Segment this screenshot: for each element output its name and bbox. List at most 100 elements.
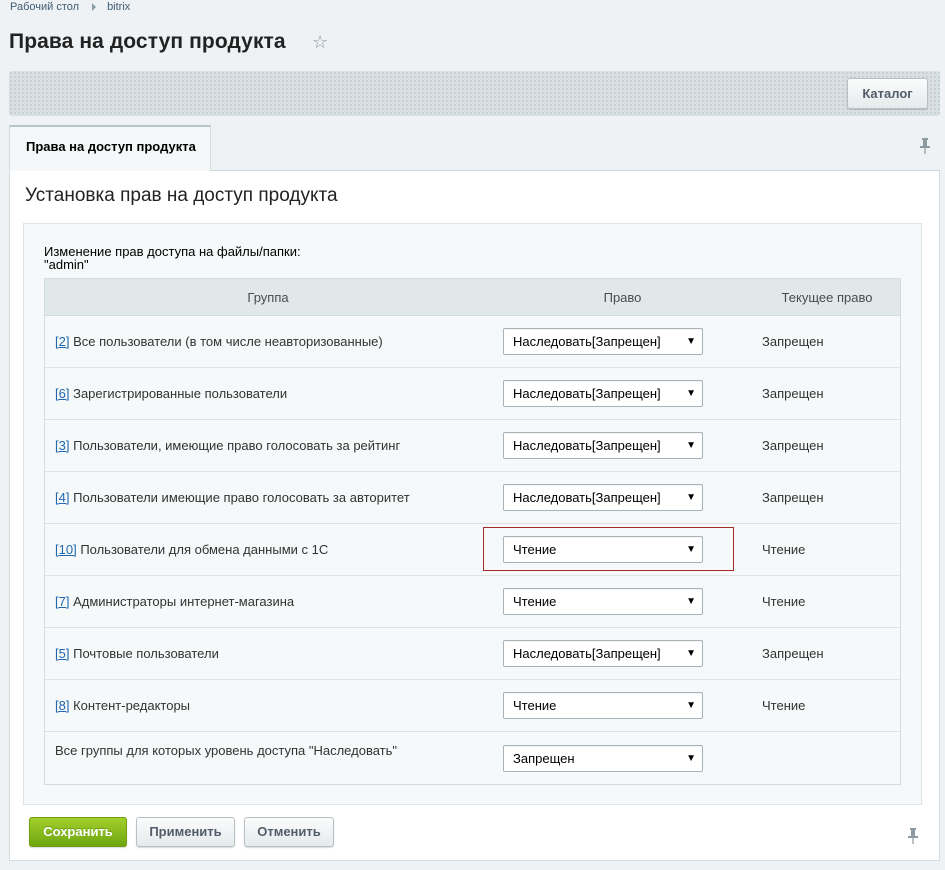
- current-right: Чтение: [762, 594, 806, 609]
- triangle-down-icon: ▼: [686, 440, 696, 451]
- apply-button[interactable]: Применить: [136, 817, 235, 847]
- access-note: Изменение прав доступа на файлы/папки: "…: [44, 245, 301, 271]
- group-cell: [3] Пользователи, имеющие право голосова…: [45, 438, 491, 453]
- toolbar: Каталог: [9, 71, 940, 116]
- current-right: Запрещен: [762, 334, 824, 349]
- table-row: [6] Зарегистрированные пользователи Насл…: [45, 368, 900, 420]
- triangle-down-icon: ▼: [686, 596, 696, 607]
- header-current-right: Текущее право: [781, 289, 873, 305]
- right-select-value: Чтение: [513, 698, 557, 713]
- cancel-button[interactable]: Отменить: [244, 817, 334, 847]
- right-cell: Наследовать[Запрещен] ▼: [491, 484, 754, 511]
- right-cell: Наследовать[Запрещен] ▼: [491, 380, 754, 407]
- triangle-down-icon: ▼: [686, 388, 696, 399]
- current-right: Чтение: [762, 698, 806, 713]
- right-select-value: Наследовать[Запрещен]: [513, 386, 661, 401]
- triangle-down-icon: ▼: [686, 492, 696, 503]
- group-name: Пользователи, имеющие право голосовать з…: [73, 438, 401, 453]
- table-row: [2] Все пользователи (в том числе неавто…: [45, 316, 900, 368]
- inherit-right-select[interactable]: Запрещен ▼: [503, 744, 703, 772]
- group-id-link[interactable]: [3]: [55, 438, 69, 453]
- right-select[interactable]: Чтение ▼: [503, 536, 703, 563]
- table-row: [4] Пользователи имеющие право голосоват…: [45, 472, 900, 524]
- group-cell: [7] Администраторы интернет-магазина: [45, 594, 491, 609]
- group-cell: [10] Пользователи для обмена данными с 1…: [45, 542, 491, 557]
- pin-icon[interactable]: [907, 828, 919, 844]
- group-cell: [6] Зарегистрированные пользователи: [45, 386, 491, 401]
- breadcrumb-bitrix-link[interactable]: bitrix: [107, 1, 130, 13]
- group-id-link[interactable]: [8]: [55, 698, 69, 713]
- group-name: Пользователи для обмена данными с 1С: [80, 542, 329, 557]
- inherit-select-value: Запрещен: [513, 750, 575, 766]
- table-row: [5] Почтовые пользователи Наследовать[За…: [45, 628, 900, 680]
- group-cell: [4] Пользователи имеющие право голосоват…: [45, 490, 491, 505]
- group-name: Почтовые пользователи: [73, 646, 219, 661]
- page-title: Права на доступ продукта: [9, 30, 286, 53]
- group-cell: [8] Контент-редакторы: [45, 698, 491, 713]
- group-id-link[interactable]: [2]: [55, 334, 69, 349]
- triangle-down-icon: ▼: [686, 752, 696, 764]
- right-select[interactable]: Наследовать[Запрещен] ▼: [503, 432, 703, 459]
- content-panel: Установка прав на доступ продукта Измене…: [9, 171, 940, 861]
- table-row: [8] Контент-редакторы Чтение ▼ Чтение: [45, 680, 900, 732]
- triangle-down-icon: ▼: [686, 700, 696, 711]
- right-cell: Чтение ▼: [491, 536, 754, 563]
- catalog-button[interactable]: Каталог: [847, 78, 928, 109]
- breadcrumb: Рабочий стол bitrix: [10, 1, 130, 13]
- right-select-value: Чтение: [513, 542, 557, 557]
- access-note-line2: "admin": [44, 257, 89, 272]
- right-select[interactable]: Наследовать[Запрещен] ▼: [503, 380, 703, 407]
- current-right: Запрещен: [762, 386, 824, 401]
- right-cell: Наследовать[Запрещен] ▼: [491, 640, 754, 667]
- right-select[interactable]: Чтение ▼: [503, 692, 703, 719]
- group-id-link[interactable]: [10]: [55, 542, 77, 557]
- header-right: Право: [603, 289, 642, 305]
- right-select-value: Наследовать[Запрещен]: [513, 438, 661, 453]
- inherit-row: Все группы для которых уровень доступа "…: [45, 732, 900, 784]
- section-title: Установка прав на доступ продукта: [25, 185, 338, 206]
- right-select-value: Наследовать[Запрещен]: [513, 490, 661, 505]
- right-cell: Запрещен ▼: [491, 744, 754, 772]
- inherit-label: Все группы для которых уровень доступа "…: [55, 743, 397, 758]
- current-right: Запрещен: [762, 438, 824, 453]
- table-header: Группа Право Текущее право: [45, 279, 900, 316]
- current-right: Чтение: [762, 542, 806, 557]
- right-select[interactable]: Наследовать[Запрещен] ▼: [503, 640, 703, 667]
- triangle-down-icon: ▼: [686, 336, 696, 347]
- right-select[interactable]: Наследовать[Запрещен] ▼: [503, 484, 703, 511]
- table-row: [3] Пользователи, имеющие право голосова…: [45, 420, 900, 472]
- group-id-link[interactable]: [6]: [55, 386, 69, 401]
- table-row: [10] Пользователи для обмена данными с 1…: [45, 524, 900, 576]
- right-cell: Чтение ▼: [491, 588, 754, 615]
- right-cell: Наследовать[Запрещен] ▼: [491, 432, 754, 459]
- group-id-link[interactable]: [5]: [55, 646, 69, 661]
- right-cell: Наследовать[Запрещен] ▼: [491, 328, 754, 355]
- table-row: [7] Администраторы интернет-магазина Чте…: [45, 576, 900, 628]
- group-cell: [2] Все пользователи (в том числе неавто…: [45, 334, 491, 349]
- right-select-value: Наследовать[Запрещен]: [513, 646, 661, 661]
- header-group: Группа: [247, 289, 289, 305]
- pin-icon[interactable]: [919, 138, 931, 154]
- star-icon[interactable]: ☆: [312, 33, 330, 51]
- group-id-link[interactable]: [7]: [55, 594, 69, 609]
- save-button[interactable]: Сохранить: [29, 817, 127, 847]
- permissions-table: Группа Право Текущее право [2] Все польз…: [44, 278, 901, 785]
- breadcrumb-desktop-link[interactable]: Рабочий стол: [10, 1, 79, 13]
- permissions-panel: Изменение прав доступа на файлы/папки: "…: [23, 223, 922, 805]
- right-select[interactable]: Наследовать[Запрещен] ▼: [503, 328, 703, 355]
- triangle-down-icon: ▼: [686, 544, 696, 555]
- right-cell: Чтение ▼: [491, 692, 754, 719]
- group-id-link[interactable]: [4]: [55, 490, 69, 505]
- group-name: Администраторы интернет-магазина: [73, 594, 295, 609]
- current-right: Запрещен: [762, 646, 824, 661]
- group-name: Все пользователи (в том числе неавторизо…: [73, 334, 383, 349]
- current-right: Запрещен: [762, 490, 824, 505]
- right-select-value: Наследовать[Запрещен]: [513, 334, 661, 349]
- group-name: Пользователи имеющие право голосовать за…: [73, 490, 410, 505]
- right-select[interactable]: Чтение ▼: [503, 588, 703, 615]
- group-name: Контент-редакторы: [73, 698, 191, 713]
- group-cell: [5] Почтовые пользователи: [45, 646, 491, 661]
- right-select-value: Чтение: [513, 594, 557, 609]
- tab-product-access[interactable]: Права на доступ продукта: [9, 125, 211, 171]
- tab-bar: Права на доступ продукта: [9, 125, 940, 171]
